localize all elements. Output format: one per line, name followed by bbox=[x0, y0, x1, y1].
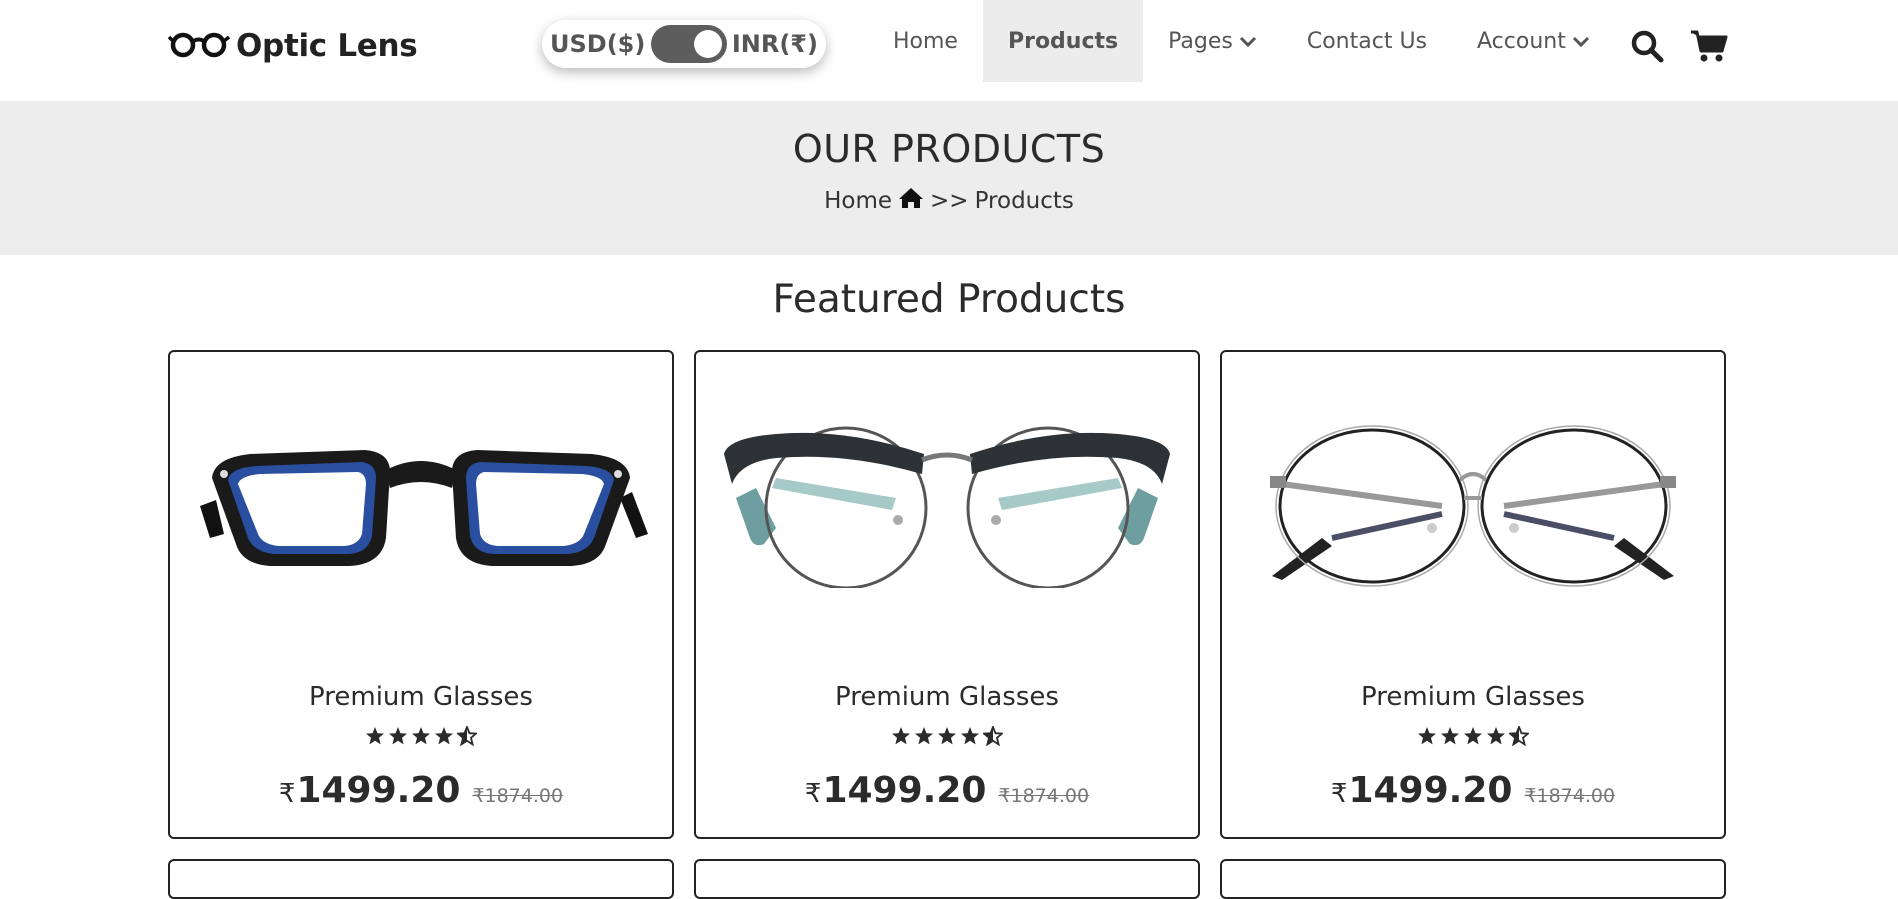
site-header: Optic Lens USD($) INR(₹) Home Products P… bbox=[0, 0, 1898, 101]
product-name: Premium Glasses bbox=[1361, 682, 1585, 712]
price-value: 1499.20 bbox=[1348, 770, 1513, 811]
brand-name: Optic Lens bbox=[236, 28, 418, 64]
rating-stars bbox=[170, 724, 672, 750]
price: ₹1499.20 bbox=[805, 770, 987, 811]
star-icon bbox=[1417, 726, 1437, 750]
old-price: ₹1874.00 bbox=[998, 785, 1090, 807]
nav-home[interactable]: Home bbox=[868, 0, 983, 82]
nav-contact[interactable]: Contact Us bbox=[1282, 0, 1452, 82]
star-icon bbox=[960, 726, 980, 750]
currency-toggle: USD($) INR(₹) bbox=[542, 20, 826, 68]
star-icon bbox=[914, 726, 934, 750]
page-banner: OUR PRODUCTS Home >> Products bbox=[0, 101, 1898, 255]
product-card[interactable] bbox=[1220, 859, 1726, 899]
old-price: ₹1874.00 bbox=[1524, 785, 1616, 807]
cart-icon[interactable] bbox=[1690, 29, 1728, 67]
product-name: Premium Glasses bbox=[309, 682, 533, 712]
nav-account-label: Account bbox=[1477, 28, 1566, 54]
nav-account[interactable]: Account bbox=[1452, 0, 1615, 82]
price-value: 1499.20 bbox=[296, 770, 461, 811]
breadcrumb-separator: >> bbox=[930, 188, 969, 214]
page-title: OUR PRODUCTS bbox=[792, 127, 1106, 171]
nav-pages-label: Pages bbox=[1168, 28, 1233, 54]
price: ₹1499.20 bbox=[279, 770, 461, 811]
product-card[interactable]: Premium Glasses ₹1499.20 ₹1874.00 bbox=[1220, 350, 1726, 839]
price: ₹1499.20 bbox=[1331, 770, 1513, 811]
star-icon bbox=[937, 726, 957, 750]
currency-usd-label[interactable]: USD($) bbox=[550, 30, 645, 58]
star-half-icon bbox=[455, 724, 479, 750]
product-image bbox=[1270, 425, 1676, 587]
main-nav: Home Products Pages Contact Us Account bbox=[868, 0, 1615, 82]
product-name: Premium Glasses bbox=[835, 682, 1059, 712]
chevron-down-icon bbox=[1239, 29, 1257, 54]
chevron-down-icon bbox=[1572, 29, 1590, 54]
product-card[interactable] bbox=[694, 859, 1200, 899]
nav-products[interactable]: Products bbox=[982, 0, 1144, 82]
old-price: ₹1874.00 bbox=[472, 785, 564, 807]
star-icon bbox=[1486, 726, 1506, 750]
star-icon bbox=[891, 726, 911, 750]
search-icon[interactable] bbox=[1630, 29, 1664, 67]
price-row: ₹1499.20 ₹1874.00 bbox=[696, 770, 1198, 811]
price-currency: ₹ bbox=[804, 779, 822, 809]
nav-products-label: Products bbox=[1007, 28, 1119, 54]
star-icon bbox=[388, 726, 408, 750]
nav-contact-label: Contact Us bbox=[1306, 28, 1428, 54]
price-row: ₹1499.20 ₹1874.00 bbox=[170, 770, 672, 811]
breadcrumb-current: Products bbox=[974, 188, 1074, 214]
currency-switch[interactable] bbox=[650, 25, 727, 63]
price-row: ₹1499.20 ₹1874.00 bbox=[1222, 770, 1724, 811]
price-currency: ₹ bbox=[1330, 779, 1348, 809]
star-icon bbox=[411, 726, 431, 750]
product-card[interactable] bbox=[168, 859, 674, 899]
section-title: Featured Products bbox=[772, 277, 1126, 322]
price-value: 1499.20 bbox=[822, 770, 987, 811]
currency-switch-knob bbox=[693, 30, 722, 58]
breadcrumb-home[interactable]: Home bbox=[824, 188, 892, 214]
brand-logo[interactable]: Optic Lens bbox=[167, 28, 418, 64]
star-half-icon bbox=[981, 724, 1005, 750]
price-currency: ₹ bbox=[278, 779, 296, 809]
star-icon bbox=[365, 726, 385, 750]
star-icon bbox=[1463, 726, 1483, 750]
breadcrumb: Home >> Products bbox=[0, 187, 1898, 215]
nav-home-label: Home bbox=[893, 28, 958, 54]
product-card[interactable]: Premium Glasses ₹1499.20 ₹1874.00 bbox=[694, 350, 1200, 839]
star-half-icon bbox=[1507, 724, 1531, 750]
glasses-logo-icon bbox=[167, 29, 231, 63]
star-icon bbox=[1440, 726, 1460, 750]
star-icon bbox=[434, 726, 454, 750]
product-image bbox=[724, 426, 1170, 588]
product-card[interactable]: Premium Glasses ₹1499.20 ₹1874.00 bbox=[168, 350, 674, 839]
home-icon[interactable] bbox=[898, 187, 924, 215]
rating-stars bbox=[696, 724, 1198, 750]
nav-pages[interactable]: Pages bbox=[1143, 0, 1282, 82]
currency-inr-label[interactable]: INR(₹) bbox=[732, 30, 818, 58]
product-image bbox=[200, 450, 648, 566]
rating-stars bbox=[1222, 724, 1724, 750]
